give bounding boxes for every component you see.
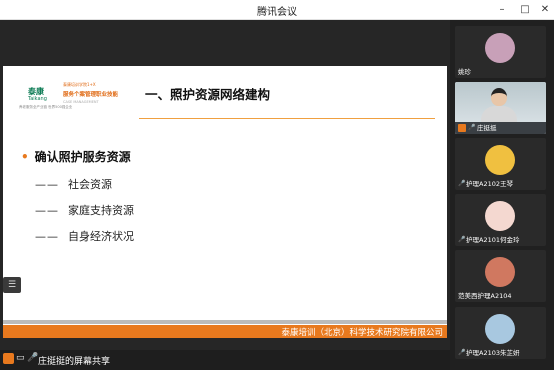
slide-heading: 一、照护资源网络建构 [145,87,271,102]
participant-panel: 姚珍 🎤 庄挺挺 🎤 护理A2102王琴 🎤 护理A2101何金玲 范美西护理A… [450,20,554,370]
sub-item: —— 社会资源 [35,176,112,192]
logo-brand-block: 泰康 Taikang 养老服务全产业链 世界500强企业 [19,84,72,109]
microphone-icon: 🎤 [468,124,476,131]
footer-text: 泰康培训（北京）科学技术研究院有限公司 [281,328,443,338]
heading-underline [139,118,435,119]
participant-tile[interactable]: 姚珍 [455,26,546,78]
shared-screen-area: 泰康 Taikang 养老服务全产业链 世界500强企业 泰康培训学院1+X 服… [0,20,450,350]
partner-line1: 泰康培训学院1+X [63,82,96,87]
title-bar: 腾讯会议 – □ ✕ [0,0,554,20]
window-title: 腾讯会议 [257,7,297,18]
participant-tile[interactable]: 🎤 护理A2101何金玲 [455,194,546,246]
microphone-icon: 🎤 [458,180,466,187]
video-person-head [491,88,507,106]
bullet-text: 确认照护服务资源 [34,150,131,164]
participant-tile[interactable]: 范美西护理A2104 [455,250,546,302]
share-status-bar: ▭ 🎤 庄挺挺的屏幕共享 [0,350,450,370]
bullet-item: • 确认照护服务资源 [21,148,131,165]
avatar [485,33,515,63]
participant-name: 姚珍 [458,68,471,76]
sub-item-dash: —— [35,230,59,243]
logo-brand-en: Taikang [28,96,47,102]
sub-item-text: 自身经济状况 [68,230,134,243]
participant-tile[interactable]: 🎤 护理A2103朱芷妍 [455,307,546,359]
participant-tile[interactable]: 🎤 护理A2102王琴 [455,138,546,190]
sub-item: —— 家庭支持资源 [35,202,134,218]
presentation-slide: 泰康 Taikang 养老服务全产业链 世界500强企业 泰康培训学院1+X 服… [3,66,447,338]
bullet-dot-icon: • [21,150,29,164]
microphone-icon[interactable]: 🎤 [27,353,38,365]
screen-share-icon[interactable]: ▭ [16,353,26,365]
presenter-avatar [3,353,14,364]
microphone-icon: 🎤 [458,349,466,356]
close-button[interactable]: ✕ [538,3,552,17]
host-badge-icon [458,124,466,132]
participant-name: 护理A2101何金玲 [466,236,520,244]
partner-line3: CASE MANAGEMENT [63,100,99,104]
participant-tile-video[interactable]: 🎤 庄挺挺 [455,82,546,134]
participant-name: 范美西护理A2104 [458,292,512,300]
participant-name: 护理A2103朱芷妍 [466,349,520,357]
avatar [485,314,515,344]
sub-item-text: 家庭支持资源 [68,204,134,217]
maximize-button[interactable]: □ [518,3,532,17]
slide-header: 泰康 Taikang 养老服务全产业链 世界500强企业 泰康培训学院1+X 服… [3,78,447,119]
partner-line2: 服务个案管理职业技能 [63,92,119,98]
sub-item: —— 自身经济状况 [35,228,134,244]
avatar [485,201,515,231]
sub-item-dash: —— [35,178,59,191]
avatar [485,145,515,175]
sub-item-dash: —— [35,204,59,217]
minimize-button[interactable]: – [495,3,509,17]
avatar [485,257,515,287]
participant-name: 护理A2102王琴 [466,180,513,188]
sub-item-text: 社会资源 [68,178,112,191]
taikang-logo: 泰康 Taikang 养老服务全产业链 世界500强企业 泰康培训学院1+X 服… [19,82,131,109]
participant-name: 庄挺挺 [477,124,497,132]
list-menu-icon[interactable]: ☰ [3,277,21,293]
slide-footer: 泰康培训（北京）科学技术研究院有限公司 [3,325,447,338]
partner-logo: 泰康培训学院1+X 服务个案管理职业技能 CASE MANAGEMENT [63,82,131,108]
share-label: 庄挺挺的屏幕共享 [38,357,111,367]
microphone-icon: 🎤 [458,236,466,243]
footer-divider [3,320,447,324]
